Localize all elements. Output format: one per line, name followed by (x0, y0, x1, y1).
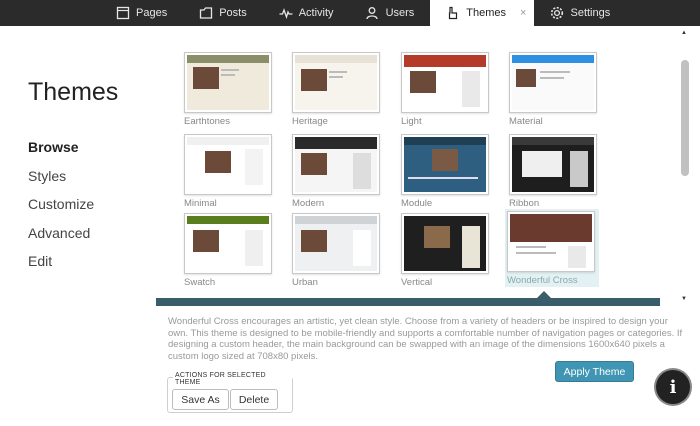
activity-icon (279, 8, 293, 20)
side-nav: Browse Styles Customize Advanced Edit (28, 139, 94, 282)
theme-thumbnail (184, 52, 272, 113)
theme-name: Light (401, 116, 422, 127)
theme-thumbnail (292, 52, 380, 113)
theme-name: Wonderful Cross (507, 275, 578, 286)
theme-thumbnail (509, 134, 597, 195)
tab-label: Pages (136, 7, 168, 19)
theme-card-minimal[interactable]: Minimal (184, 134, 272, 209)
theme-card-material[interactable]: Material (509, 52, 597, 127)
theme-card-swatch[interactable]: Swatch (184, 213, 272, 288)
tab-pages[interactable]: Pages (100, 0, 183, 26)
side-nav-advanced[interactable]: Advanced (28, 225, 94, 254)
theme-card-ribbon[interactable]: Ribbon (509, 134, 597, 209)
theme-thumbnail (292, 134, 380, 195)
pages-icon (116, 6, 130, 20)
tab-themes[interactable]: Themes × (430, 0, 535, 26)
theme-name: Earthtones (184, 116, 230, 127)
details-divider (156, 298, 660, 306)
tab-label: Activity (298, 7, 334, 19)
posts-icon (200, 7, 213, 19)
themes-icon (449, 6, 458, 20)
actions-group: ACTIONS FOR SELECTED THEME Save As Delet… (167, 372, 293, 413)
tab-posts[interactable]: Posts (183, 0, 263, 26)
side-nav-styles[interactable]: Styles (28, 168, 94, 197)
tab-label: Settings (570, 7, 611, 19)
tab-label: Users (385, 7, 415, 19)
page-title: Themes (28, 78, 119, 106)
tab-users[interactable]: Users (350, 0, 431, 26)
theme-thumbnail (184, 134, 272, 195)
delete-button[interactable]: Delete (230, 389, 278, 410)
theme-card-heritage[interactable]: Heritage (292, 52, 380, 127)
theme-card-earthtones[interactable]: Earthtones (184, 52, 272, 127)
close-icon[interactable]: × (520, 7, 526, 19)
top-nav: Pages Posts Activity Users Themes × Sett… (0, 0, 700, 26)
theme-card-urban[interactable]: Urban (292, 213, 380, 288)
actions-legend: ACTIONS FOR SELECTED THEME (173, 372, 292, 386)
theme-card-modern[interactable]: Modern (292, 134, 380, 209)
theme-name: Ribbon (509, 198, 540, 209)
save-as-button[interactable]: Save As (172, 389, 229, 410)
tab-label: Posts (219, 7, 247, 19)
tab-settings[interactable]: Settings (534, 0, 626, 26)
scrollbar-thumb[interactable] (681, 60, 689, 176)
scroll-up-arrow-icon[interactable]: ▲ (681, 30, 687, 36)
selection-pointer (537, 291, 551, 298)
theme-name: Module (401, 198, 433, 209)
theme-card-wonderful-cross[interactable]: Wonderful Cross (505, 209, 599, 287)
theme-name: Vertical (401, 277, 433, 288)
theme-thumbnail (184, 213, 272, 274)
side-nav-browse[interactable]: Browse (28, 139, 94, 168)
theme-name: Swatch (184, 277, 216, 288)
theme-name: Modern (292, 198, 325, 209)
gear-icon (551, 6, 564, 20)
theme-card-module[interactable]: Module (401, 134, 489, 209)
theme-thumbnail (292, 213, 380, 274)
theme-description: Wonderful Cross encourages an artistic, … (168, 316, 683, 362)
theme-name: Minimal (184, 198, 217, 209)
theme-name: Urban (292, 277, 318, 288)
theme-thumbnail (509, 52, 597, 113)
theme-thumbnail (401, 213, 489, 274)
theme-name: Material (509, 116, 543, 127)
theme-thumbnail (401, 134, 489, 195)
theme-name: Heritage (292, 116, 328, 127)
info-icon[interactable]: i (656, 370, 690, 404)
users-icon (365, 7, 378, 20)
scroll-down-arrow-icon[interactable]: ▼ (681, 296, 687, 302)
tab-label: Themes (466, 7, 507, 19)
theme-thumbnail (401, 52, 489, 113)
side-nav-edit[interactable]: Edit (28, 253, 94, 282)
theme-thumbnail (507, 211, 595, 272)
apply-theme-button[interactable]: Apply Theme (555, 361, 634, 382)
theme-card-vertical[interactable]: Vertical (401, 213, 489, 288)
theme-card-light[interactable]: Light (401, 52, 489, 127)
side-nav-customize[interactable]: Customize (28, 196, 94, 225)
tab-activity[interactable]: Activity (263, 0, 350, 26)
